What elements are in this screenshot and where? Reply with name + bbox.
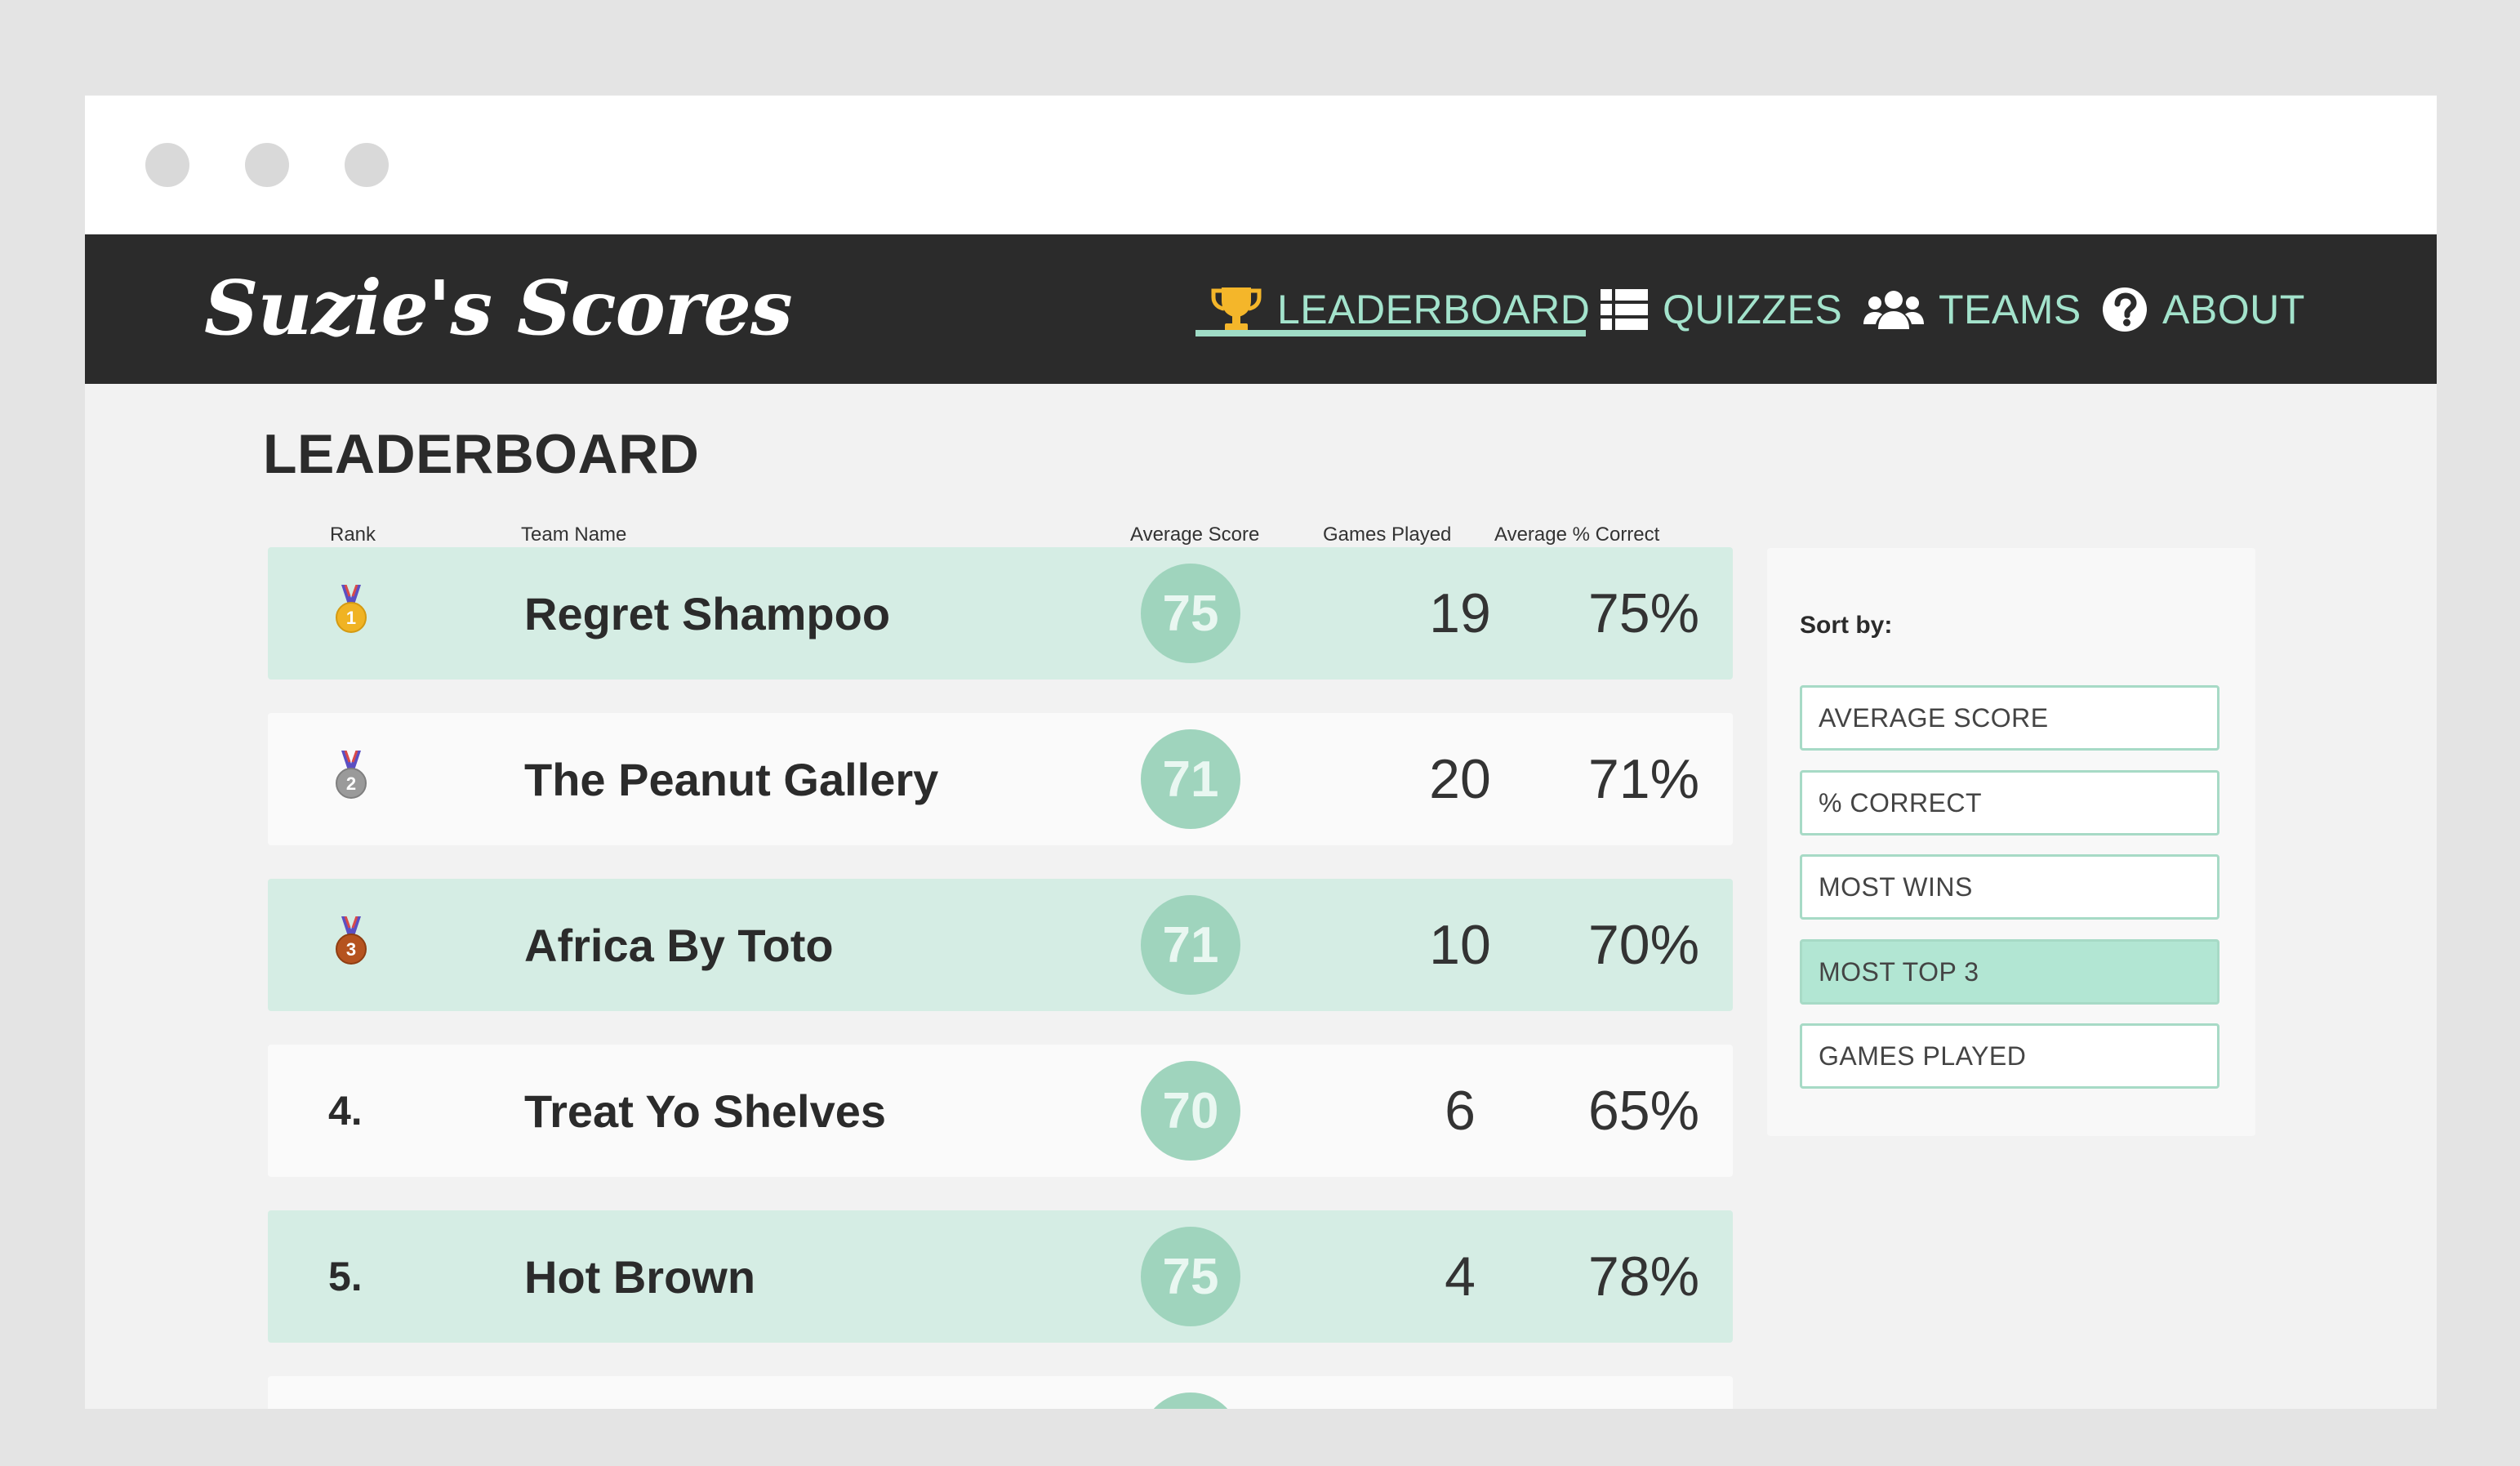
nav-leaderboard[interactable]: LEADERBOARD (1210, 234, 1590, 384)
team-name[interactable]: Regret Shampoo (524, 547, 890, 680)
svg-text:2: 2 (346, 773, 356, 794)
nav-quizzes[interactable]: QUIZZES (1601, 234, 1842, 384)
rank-number: 4. (328, 1088, 363, 1134)
nav-quizzes-label: QUIZZES (1663, 286, 1843, 332)
team-name[interactable]: The Peanut Gallery (524, 713, 938, 845)
team-name[interactable]: Treat Yo Shelves (524, 1045, 886, 1177)
sort-option-most-top-3[interactable]: MOST TOP 3 (1800, 939, 2219, 1005)
nav-about[interactable]: ABOUT (2102, 234, 2305, 384)
team-name[interactable]: Africa By Toto (524, 879, 834, 1011)
average-score-badge: 75 (1141, 1227, 1240, 1326)
games-played: 10 (1429, 914, 1491, 976)
average-percent-correct: 75% (1587, 582, 1700, 644)
svg-text:3: 3 (346, 939, 356, 960)
users-icon (1863, 288, 1924, 331)
column-header-rank[interactable]: Rank (330, 524, 376, 546)
window-minimize-dot[interactable] (245, 143, 289, 187)
list-icon (1601, 288, 1648, 330)
sort-option-games-played[interactable]: GAMES PLAYED (1800, 1023, 2219, 1089)
games-played: 20 (1429, 748, 1491, 810)
leaderboard-row[interactable]: 1 Regret Shampoo 75 19 75% (268, 547, 1733, 680)
column-header-average-score[interactable]: Average Score (1130, 524, 1259, 546)
average-percent-correct: 65% (1587, 1080, 1700, 1142)
page-title: LEADERBOARD (263, 423, 700, 485)
sort-option-average-score[interactable]: AVERAGE SCORE (1800, 685, 2219, 751)
window-maximize-dot[interactable] (345, 143, 389, 187)
leaderboard-row[interactable]: 2 The Peanut Gallery 71 20 71% (268, 713, 1733, 845)
sort-option-percent-correct[interactable]: % CORRECT (1800, 770, 2219, 835)
nav-teams-label: TEAMS (1939, 286, 2081, 332)
active-tab-indicator (1195, 330, 1586, 336)
window-titlebar (85, 96, 2437, 234)
top-navbar: Suzie's Scores LEADERBOARD QUIZZES TEAMS… (85, 234, 2437, 384)
average-score-badge: 70 (1141, 1061, 1240, 1161)
column-header-games-played[interactable]: Games Played (1323, 524, 1451, 546)
average-score-badge: 75 (1141, 564, 1240, 663)
games-played: 4 (1445, 1245, 1476, 1308)
leaderboard-row[interactable] (268, 1376, 1733, 1409)
nav-about-label: ABOUT (2162, 286, 2305, 332)
brand-logo[interactable]: Suzie's Scores (204, 264, 793, 352)
average-score-badge: 71 (1141, 895, 1240, 995)
nav-leaderboard-label: LEADERBOARD (1277, 286, 1591, 332)
bronze-medal-icon: 3 (335, 916, 367, 969)
average-percent-correct: 78% (1587, 1245, 1700, 1308)
average-score-badge (1141, 1392, 1240, 1409)
sort-option-most-wins[interactable]: MOST WINS (1800, 854, 2219, 920)
nav-teams[interactable]: TEAMS (1863, 234, 2081, 384)
leaderboard-row[interactable]: 3 Africa By Toto 71 10 70% (268, 879, 1733, 1011)
leaderboard-row[interactable]: 5. Hot Brown 75 4 78% (268, 1210, 1733, 1343)
games-played: 6 (1445, 1080, 1476, 1142)
rank-number: 5. (328, 1254, 363, 1299)
question-circle-icon (2102, 287, 2148, 332)
silver-medal-icon: 2 (335, 750, 367, 804)
sort-panel: Sort by: AVERAGE SCORE % CORRECT MOST WI… (1767, 548, 2255, 1136)
sort-label: Sort by: (1800, 612, 1893, 639)
svg-text:1: 1 (346, 608, 356, 628)
average-score-badge: 71 (1141, 729, 1240, 829)
team-name[interactable]: Hot Brown (524, 1210, 755, 1343)
browser-window: Suzie's Scores LEADERBOARD QUIZZES TEAMS… (85, 96, 2437, 1409)
leaderboard-row[interactable]: 4. Treat Yo Shelves 70 6 65% (268, 1045, 1733, 1177)
average-percent-correct: 70% (1587, 914, 1700, 976)
column-header-team[interactable]: Team Name (521, 524, 626, 546)
window-close-dot[interactable] (145, 143, 189, 187)
gold-medal-icon: 1 (335, 584, 367, 638)
trophy-icon (1210, 284, 1262, 335)
games-played: 19 (1429, 582, 1491, 644)
column-header-average-correct[interactable]: Average % Correct (1494, 524, 1659, 546)
average-percent-correct: 71% (1587, 748, 1700, 810)
